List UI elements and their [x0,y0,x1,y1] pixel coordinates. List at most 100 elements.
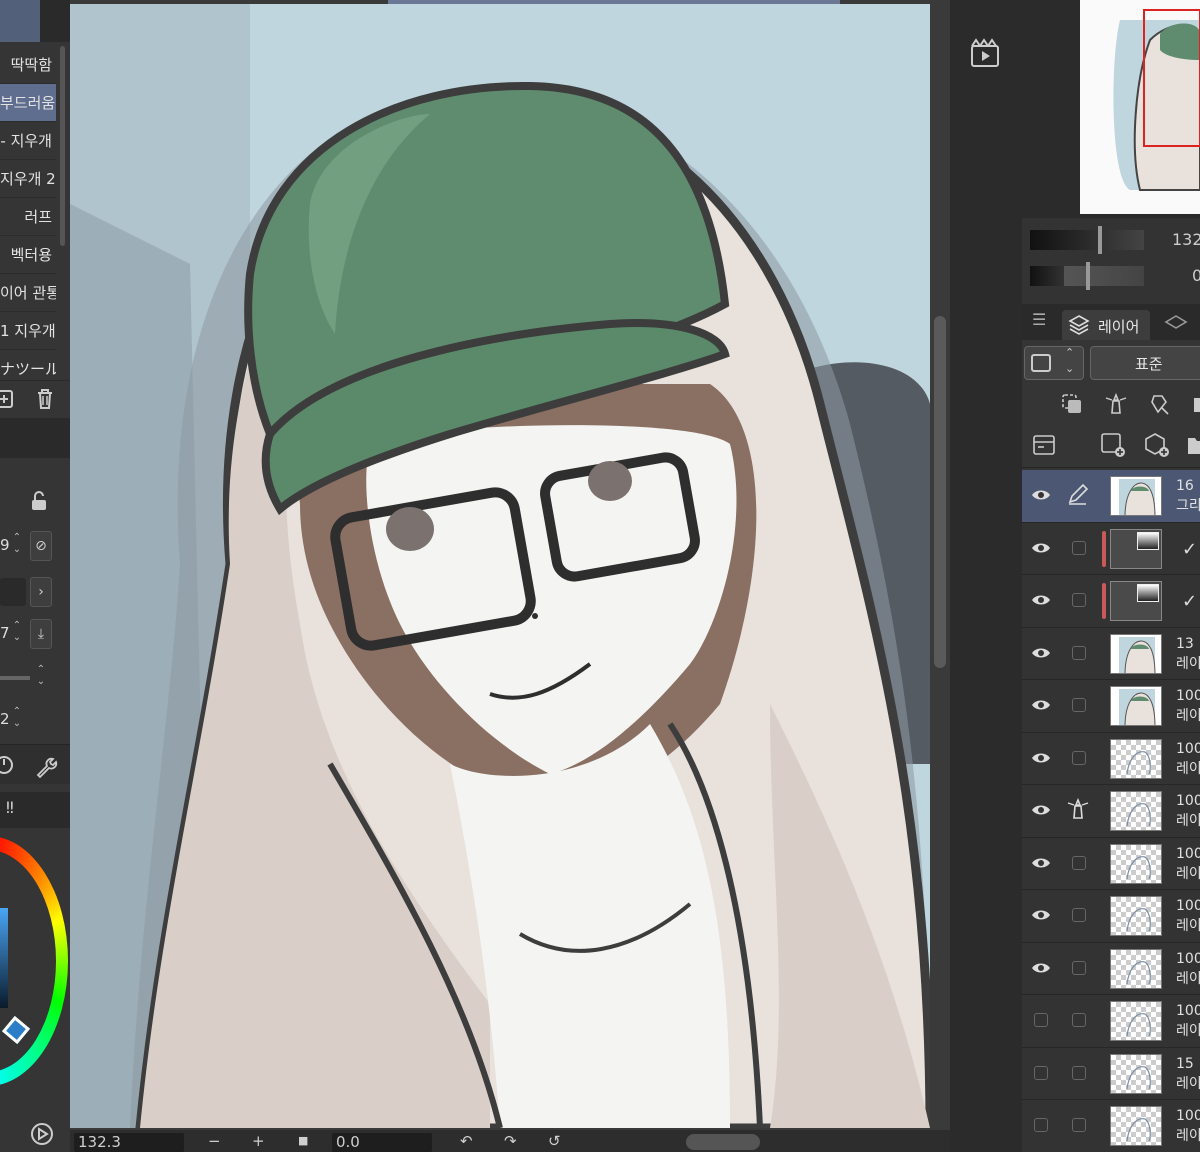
fit-button[interactable]: ■ [298,1130,308,1152]
layer-lock-toggle[interactable] [1072,1013,1086,1027]
eye-icon[interactable] [1031,487,1051,501]
layer-list-settings-icon[interactable] [1032,434,1056,456]
layer-row[interactable]: 100 레이 [1022,785,1200,838]
brush-shape-field[interactable] [0,578,26,606]
color-mode-icon[interactable]: ‼ [6,798,14,817]
color-saturation-square[interactable] [0,908,8,1008]
tab-layer[interactable]: 레이어 [1062,310,1150,340]
color-swatch-toggle[interactable]: ⌃ ⌄ [1024,346,1084,380]
angle-field[interactable]: 0.0 [332,1133,432,1152]
brush-item[interactable]: 딱딱함 [0,46,56,84]
layer-row[interactable]: 100 레이 [1022,837,1200,890]
reference-layer-icon[interactable] [1066,797,1090,821]
layer-row[interactable]: 100 레이 [1022,995,1200,1048]
rotate-left-icon[interactable]: ↶ [460,1130,473,1152]
menu-icon[interactable]: ☰ [1032,310,1046,329]
eye-icon[interactable] [1031,855,1051,869]
navigator-zoom-slider[interactable] [1030,226,1144,254]
pen-icon[interactable] [1066,482,1090,506]
brush-item[interactable]: 1 지우개 [0,312,56,350]
brush-size-spinner[interactable]: ⌃ ⌄ [10,532,24,560]
canvas-area[interactable] [70,0,950,1130]
layer-property-tab-icon[interactable] [1164,314,1188,336]
navigator-zoom-knob[interactable] [1098,226,1102,254]
brush-density-download-button[interactable]: ⤓ [30,619,52,649]
brush-slider-track[interactable] [0,676,30,680]
trash-icon[interactable] [34,387,56,411]
reference-layer-icon[interactable] [1104,392,1128,416]
brush-list-scrollbar[interactable] [60,46,65,246]
new-vector-layer-icon[interactable] [1144,432,1170,458]
brush-item[interactable]: - 지우개 [0,122,56,160]
copy-layer-icon[interactable] [1060,392,1084,416]
sub-tool-tab[interactable] [0,0,40,42]
reset-rotation-icon[interactable]: ↺ [548,1130,561,1152]
eye-icon[interactable] [1031,697,1051,711]
layer-lock-toggle[interactable] [1072,750,1086,765]
layer-opacity: 100 [1176,740,1200,757]
layer-row[interactable]: 100 레이 [1022,942,1200,995]
new-folder-icon[interactable] [1186,434,1200,456]
new-raster-layer-icon[interactable] [1100,432,1126,458]
zoom-field[interactable]: 132.3 [74,1133,184,1152]
brush-item[interactable]: 지우개 2 [0,160,56,198]
timeline-icon[interactable] [968,38,1002,70]
eye-icon[interactable] [1031,802,1051,816]
brush-density-spinner[interactable]: ⌃ ⌄ [10,620,24,648]
layer-lock-toggle[interactable] [1072,1118,1086,1132]
layer-lock-toggle[interactable] [1072,645,1086,660]
layer-toolbar-more[interactable] [1194,398,1200,412]
layer-row[interactable]: 13 레이 [1022,627,1200,680]
layer-lock-toggle[interactable] [1072,593,1086,607]
layer-lock-toggle[interactable] [1072,908,1086,922]
navigator-rotate-knob[interactable] [1086,262,1090,290]
draft-layer-icon[interactable] [1148,392,1172,416]
blend-mode-select[interactable]: 표준 [1090,346,1200,380]
visibility-toggle[interactable] [1034,1118,1048,1132]
layer-row[interactable]: 100 레이 [1022,890,1200,943]
layer-lock-toggle[interactable] [1072,540,1086,555]
eye-icon[interactable] [1031,907,1051,921]
layer-lock-toggle[interactable] [1072,855,1086,870]
navigator-preview[interactable] [1080,0,1200,214]
zoom-in-button[interactable]: + [252,1130,265,1152]
brush-item[interactable]: 벡터용 [0,236,56,274]
canvas-vertical-scrollbar[interactable] [934,316,946,668]
layer-row[interactable]: 16 그리 [1022,470,1200,523]
layer-lock-toggle[interactable] [1072,1065,1086,1080]
layer-lock-toggle[interactable] [1072,698,1086,712]
layer-row[interactable]: ✓ [1022,575,1200,628]
brush-stabilization-spinner[interactable]: ⌃ ⌄ [10,706,24,734]
brush-item[interactable]: 이어 관통 [0,274,56,312]
layer-row[interactable]: ✓ [1022,522,1200,575]
eye-icon[interactable] [1031,645,1051,659]
layer-row[interactable]: 100 레이 [1022,732,1200,785]
eye-icon[interactable] [1031,592,1051,606]
visibility-toggle[interactable] [1034,1065,1048,1080]
layer-lock-toggle[interactable] [1072,960,1086,975]
navigator-rotate-slider[interactable] [1030,262,1144,290]
artwork-canvas[interactable] [70,4,930,1128]
layer-row[interactable]: 100 레이 [1022,680,1200,733]
brush-item[interactable]: 부드러움 [0,84,56,122]
rotate-right-icon[interactable]: ↷ [504,1130,517,1152]
visibility-toggle[interactable] [1034,1013,1048,1027]
layer-row[interactable]: 100 레이 [1022,1100,1200,1152]
brush-slider-spinner[interactable]: ⌃ ⌄ [34,664,48,692]
brush-size-mode-button[interactable]: ⊘ [30,531,52,561]
wrench-icon[interactable] [32,753,58,779]
tool-property-header [0,418,70,458]
zoom-out-button[interactable]: − [208,1130,221,1152]
settings-icon[interactable] [0,753,16,777]
layer-row[interactable]: 15 레이 [1022,1047,1200,1100]
brush-shape-next-button[interactable]: › [30,577,52,607]
brush-size-row: 9 ⌃ ⌄ ⊘ [0,528,70,564]
eye-icon[interactable] [1031,750,1051,764]
add-brush-icon[interactable] [0,387,16,411]
eye-icon[interactable] [1031,540,1051,554]
eye-icon[interactable] [1031,960,1051,974]
lock-icon[interactable] [28,490,50,512]
canvas-horizontal-scrollbar[interactable] [686,1134,760,1150]
brush-item[interactable]: 러프 [0,198,56,236]
play-icon[interactable] [30,1122,54,1146]
